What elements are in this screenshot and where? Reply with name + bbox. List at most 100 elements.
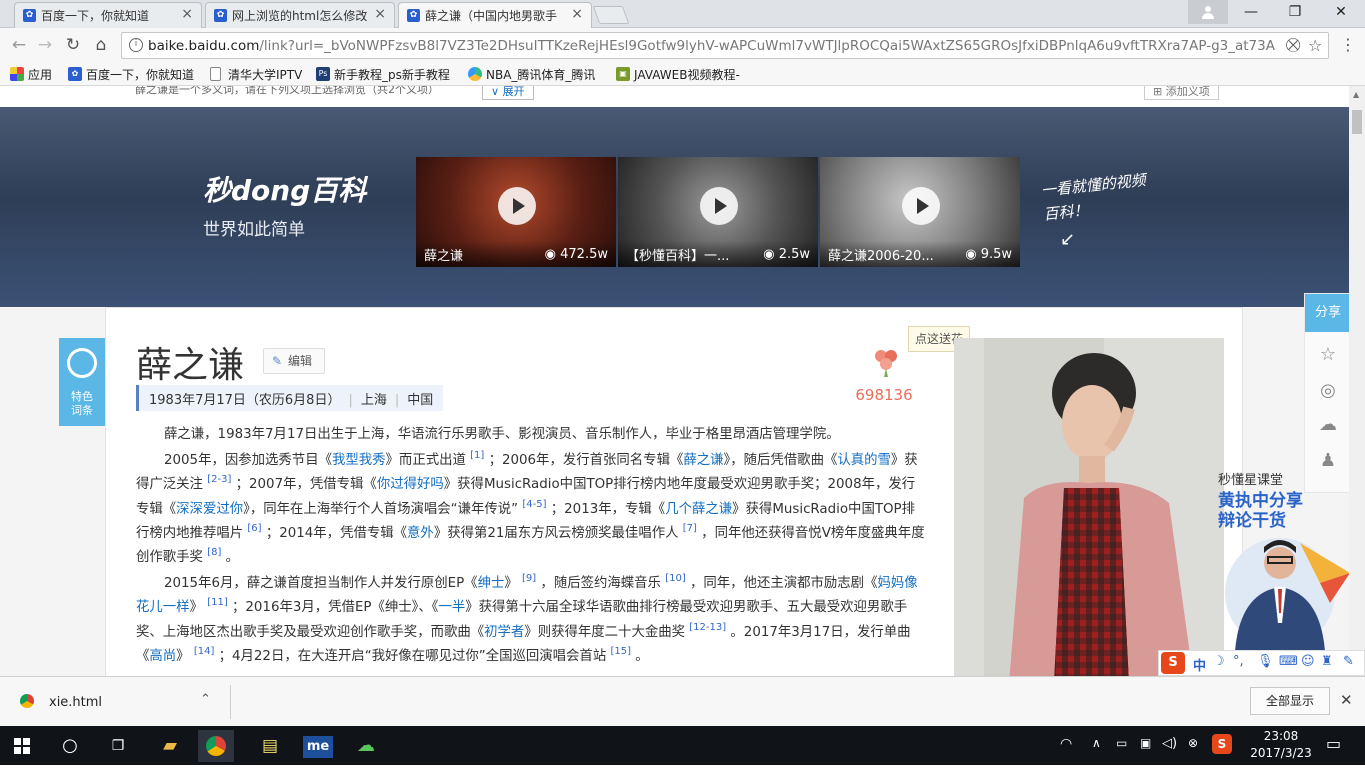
maximize-button[interactable]: ❐ — [1272, 0, 1318, 24]
video-thumb-1[interactable]: 薛之谦 ◉ 472.5w — [416, 157, 616, 267]
add-sense-button[interactable]: ⊞ 添加义项 — [1144, 86, 1219, 100]
moon-icon[interactable]: ☽ — [1213, 654, 1225, 669]
featured-entry-tag[interactable]: 特色 词条 — [59, 338, 105, 426]
url-text[interactable]: baike.baidu.com/link?url=_bVoNWPFzsvB8l7… — [148, 38, 1288, 54]
vertical-scrollbar[interactable]: ▲ — [1349, 86, 1365, 676]
reload-icon[interactable]: ↻ — [62, 34, 84, 56]
close-window-button[interactable]: ✕ — [1318, 0, 1364, 24]
play-icon[interactable] — [902, 187, 940, 225]
sogou-ime-bar[interactable]: S 中 ☽ °, 🎙 ⌨ ☺ ♜ ✎ — [1158, 650, 1365, 676]
download-filename[interactable]: xie.html — [49, 695, 102, 710]
citation[interactable]: [11] — [207, 597, 228, 608]
link[interactable]: 意外 — [407, 526, 434, 541]
link[interactable]: 我型我秀 — [332, 453, 386, 468]
skin-icon[interactable]: ♜ — [1321, 654, 1333, 669]
show-all-button[interactable]: 全部显示 — [1250, 687, 1330, 715]
new-tab-button[interactable] — [592, 6, 630, 24]
microphone-icon[interactable]: 🎙 — [1257, 654, 1274, 669]
bookmark-javaweb[interactable]: ▣ JAVAWEB视频教程- — [616, 66, 740, 83]
wechat-icon[interactable]: ☁ — [1317, 414, 1339, 436]
scrollbar-thumb[interactable] — [1352, 110, 1362, 134]
birth-place[interactable]: 上海 — [361, 393, 387, 408]
promo-ad[interactable]: 秒懂星课堂 黄执中分享 辩论干货 — [1200, 461, 1349, 661]
profile-icon[interactable] — [1188, 0, 1228, 24]
citation[interactable]: [1] — [470, 450, 484, 461]
home-icon[interactable]: ⌂ — [90, 34, 112, 56]
citation[interactable]: [9] — [522, 573, 536, 584]
expand-button[interactable]: ∨ 展开 — [482, 86, 534, 100]
video-thumb-2[interactable]: 【秒懂百科】一... ◉ 2.5w — [618, 157, 818, 267]
ime-mode[interactable]: 中 — [1193, 655, 1206, 674]
clock-time[interactable]: 23:08 — [1250, 729, 1312, 743]
keyboard-icon[interactable]: ⌨ — [1279, 654, 1298, 669]
scroll-up-icon[interactable]: ▲ — [1353, 90, 1359, 99]
sticky-notes-icon[interactable]: ▤ — [252, 730, 288, 762]
chrome-taskbar-icon[interactable] — [198, 730, 234, 762]
address-bar[interactable]: i baike.baidu.com/link?url=_bVoNWPFzsvB8… — [121, 32, 1329, 59]
citation[interactable]: [15] — [610, 646, 631, 657]
extension-icon[interactable]: ⛒ — [1286, 37, 1300, 53]
sogou-tray-icon[interactable]: S — [1212, 734, 1232, 754]
tools-icon[interactable]: ✎ — [1343, 654, 1354, 669]
link[interactable]: 高尚 — [149, 649, 176, 664]
battery-icon[interactable]: ▭ — [1116, 736, 1127, 750]
back-icon[interactable]: ← — [8, 34, 30, 56]
close-tab-icon[interactable]: × — [181, 6, 193, 22]
tab-baidu[interactable]: ✿ 百度一下，你就知道 × — [14, 2, 202, 28]
play-icon[interactable] — [498, 187, 536, 225]
windows-start-icon[interactable] — [4, 730, 40, 762]
volume-icon[interactable]: ◁) — [1162, 736, 1177, 751]
me-app-icon[interactable]: me — [300, 730, 336, 762]
close-tab-icon[interactable]: × — [374, 6, 386, 22]
link[interactable]: 初学者 — [484, 625, 524, 640]
miaodong-logo[interactable]: 秒dong百科 — [203, 169, 366, 209]
menu-icon[interactable]: ⋮ — [1337, 34, 1359, 56]
bookmark-ps[interactable]: Ps 新手教程_ps新手教程 — [316, 66, 450, 83]
wechat-taskbar-icon[interactable]: ☁ — [348, 730, 384, 762]
citation[interactable]: [2-3] — [207, 474, 231, 485]
citation[interactable]: [8] — [207, 547, 221, 558]
info-icon[interactable]: i — [129, 38, 143, 52]
bookmark-star-icon[interactable]: ☆ — [1308, 36, 1322, 55]
country[interactable]: 中国 — [407, 393, 433, 408]
close-download-bar-icon[interactable]: ✕ — [1340, 691, 1353, 709]
clock-date[interactable]: 2017/3/23 — [1246, 746, 1316, 760]
citation[interactable]: [10] — [665, 573, 686, 584]
close-tab-icon[interactable]: × — [571, 6, 583, 22]
citation[interactable]: [12-13] — [689, 622, 726, 633]
chevron-up-icon[interactable]: ⌃ — [200, 692, 211, 707]
tab-baike-active[interactable]: ✿ 薛之谦（中国内地男歌手 × — [398, 2, 592, 28]
file-explorer-icon[interactable]: ▰ — [152, 730, 188, 762]
bookmark-nba[interactable]: NBA_腾讯体育_腾讯 — [468, 66, 595, 83]
bookmark-tsinghua[interactable]: 清华大学IPTV — [210, 66, 302, 83]
notification-dismiss-icon[interactable]: ⊗ — [1188, 736, 1198, 750]
share-header[interactable]: 分享 — [1305, 294, 1349, 332]
link[interactable]: 认真的雪 — [837, 453, 891, 468]
artist-photo[interactable] — [954, 338, 1224, 676]
link[interactable]: 一半 — [438, 600, 465, 615]
punctuation-icon[interactable]: °, — [1233, 654, 1244, 669]
forward-icon[interactable]: → — [34, 34, 56, 56]
minimize-button[interactable]: — — [1228, 0, 1274, 24]
task-view-icon[interactable]: ❐ — [100, 730, 136, 762]
link[interactable]: 绅士 — [478, 576, 505, 591]
citation[interactable]: [4-5] — [522, 499, 546, 510]
favorite-star-icon[interactable]: ☆ — [1317, 344, 1339, 366]
video-thumb-3[interactable]: 薛之谦2006-20... ◉ 9.5w — [820, 157, 1020, 267]
citation[interactable]: [7] — [683, 523, 697, 534]
emoji-icon[interactable]: ☺ — [1301, 654, 1315, 669]
action-center-icon[interactable]: ▭ — [1326, 734, 1341, 753]
network-icon[interactable]: ▣ — [1140, 736, 1151, 750]
tab-html-edit[interactable]: ✿ 网上浏览的html怎么修改 × — [205, 2, 395, 28]
search-circle-icon[interactable]: ○ — [52, 730, 88, 762]
play-icon[interactable] — [700, 187, 738, 225]
citation[interactable]: [6] — [247, 523, 261, 534]
link[interactable]: 深深爱过你 — [176, 502, 243, 517]
citation[interactable]: [14] — [194, 646, 215, 657]
bookmark-baidu[interactable]: ✿ 百度一下，你就知道 — [68, 66, 194, 83]
link[interactable]: 几个薛之谦 — [665, 502, 732, 517]
link[interactable]: 薛之谦 — [683, 453, 723, 468]
link[interactable]: 你过得好吗 — [377, 477, 444, 492]
bookmark-apps[interactable]: 应用 — [10, 66, 52, 83]
weibo-icon[interactable]: ◎ — [1317, 380, 1339, 402]
